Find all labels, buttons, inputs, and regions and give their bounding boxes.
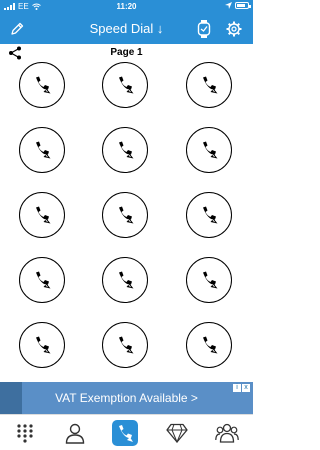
speed-dial-icon — [119, 425, 133, 442]
group-icon — [215, 423, 239, 443]
settings-icon — [226, 21, 242, 37]
phone-hand-icon — [32, 335, 52, 355]
phone-hand-icon — [199, 205, 219, 225]
phone-hand-icon — [115, 335, 135, 355]
speed-dial-slot[interactable] — [19, 62, 65, 108]
speed-dial-slot[interactable] — [186, 322, 232, 368]
tab-keypad[interactable] — [12, 420, 38, 446]
diamond-icon — [166, 423, 188, 443]
speed-dial-slot[interactable] — [186, 257, 232, 303]
speed-dial-slot[interactable] — [19, 192, 65, 238]
speed-dial-slot[interactable] — [102, 257, 148, 303]
tab-groups[interactable] — [214, 420, 240, 446]
ad-info-icon[interactable]: i — [233, 384, 241, 392]
phone-hand-icon — [115, 75, 135, 95]
ad-text: VAT Exemption Available > — [55, 391, 198, 405]
page-label: Page 1 — [110, 47, 143, 58]
speed-dial-slot[interactable] — [186, 192, 232, 238]
speed-dial-slot[interactable] — [19, 322, 65, 368]
ad-badges: i x — [233, 384, 250, 392]
ad-close-icon[interactable]: x — [242, 384, 250, 392]
speed-dial-slot[interactable] — [19, 257, 65, 303]
phone-hand-icon — [115, 140, 135, 160]
tab-contact[interactable] — [62, 420, 88, 446]
tab-speed-dial[interactable] — [112, 420, 138, 446]
location-icon — [225, 2, 232, 9]
keypad-icon — [17, 424, 33, 443]
watch-button[interactable] — [195, 20, 213, 38]
speed-dial-grid — [0, 62, 253, 372]
sort-arrow-icon: ↓ — [156, 21, 164, 36]
tab-premium[interactable] — [164, 420, 190, 446]
status-time: 11:20 — [116, 2, 137, 11]
speed-dial-slot[interactable] — [19, 127, 65, 173]
speed-dial-slot[interactable] — [102, 322, 148, 368]
nav-title: Speed Dial — [89, 21, 154, 36]
speed-dial-slot[interactable] — [102, 192, 148, 238]
phone-hand-icon — [199, 75, 219, 95]
tab-bar — [0, 414, 253, 450]
nav-bar: Speed Dial ↓ — [0, 14, 253, 44]
settings-button[interactable] — [225, 20, 243, 38]
phone-hand-icon — [32, 140, 52, 160]
watch-icon — [197, 20, 211, 38]
speed-dial-slot[interactable] — [102, 62, 148, 108]
battery-icon — [235, 2, 251, 9]
nav-title-group[interactable]: Speed Dial ↓ — [0, 21, 253, 36]
status-bar: EE 11:20 — [0, 0, 253, 14]
speed-dial-slot[interactable] — [102, 127, 148, 173]
speed-dial-slot[interactable] — [186, 127, 232, 173]
status-right — [225, 2, 251, 9]
phone-hand-icon — [32, 205, 52, 225]
phone-hand-icon — [32, 75, 52, 95]
contact-icon — [65, 423, 85, 444]
phone-hand-icon — [115, 205, 135, 225]
phone-hand-icon — [199, 335, 219, 355]
phone-hand-icon — [199, 270, 219, 290]
page-header: Page 1 — [0, 44, 253, 62]
phone-hand-icon — [199, 140, 219, 160]
phone-hand-icon — [115, 270, 135, 290]
ad-banner[interactable]: VAT Exemption Available > i x — [0, 382, 253, 414]
phone-hand-icon — [32, 270, 52, 290]
speed-dial-slot[interactable] — [186, 62, 232, 108]
